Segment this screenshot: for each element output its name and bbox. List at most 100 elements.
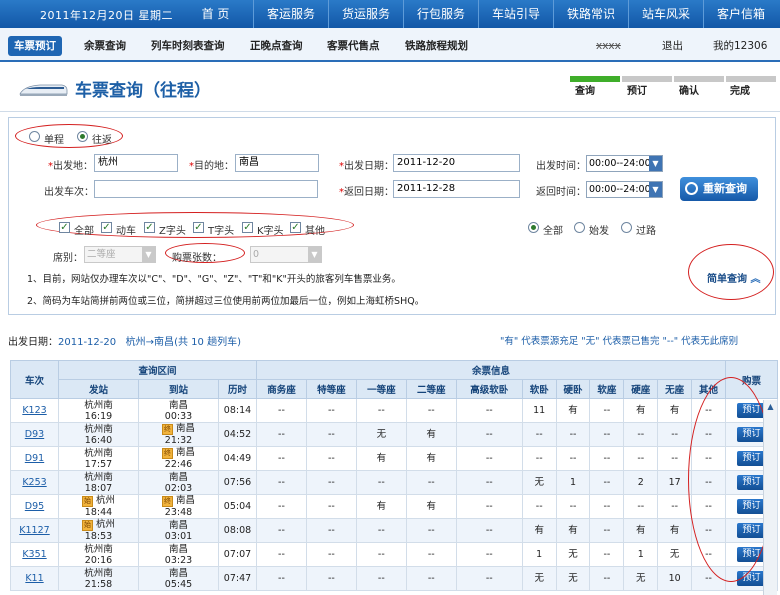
seat-availability-cell: 1 (623, 542, 659, 567)
nav-station-style[interactable]: 站车风采 (628, 0, 703, 28)
seat-availability-cell: -- (589, 446, 625, 471)
seat-availability-cell: -- (589, 566, 625, 591)
to-cell: 南昌 00:33 (138, 398, 219, 423)
seat-availability-cell: 无 (657, 542, 693, 567)
nav-passenger-service[interactable]: 客运服务 (253, 0, 328, 28)
train-number-link[interactable]: D91 (10, 446, 59, 471)
scroll-up-icon[interactable]: ▲ (764, 402, 777, 412)
col-duration: 历时 (218, 379, 257, 399)
train-number-link[interactable]: K123 (10, 398, 59, 423)
seat-availability-cell: 无 (555, 542, 591, 567)
seat-availability-cell: 有 (355, 494, 407, 519)
tab-journey-planning[interactable]: 铁路旅程规划 (405, 36, 468, 56)
seat-availability-cell: -- (555, 494, 591, 519)
type-all-checkbox[interactable]: ✓ (59, 222, 70, 233)
seat-availability-cell: 1 (521, 542, 557, 567)
type-d-checkbox[interactable]: ✓ (101, 222, 112, 233)
table-row: D91 杭州南 17:57 终 南昌 22:46 04:49 -- -- 有有 -- -- -- -- -… (10, 446, 778, 471)
seat-availability-cell: 有 (623, 398, 659, 423)
roundtrip-radio[interactable] (77, 131, 88, 142)
tab-timetable[interactable]: 列车时刻表查询 (151, 36, 225, 56)
seat-availability-cell: -- (455, 542, 523, 567)
results-table: 车次 查询区间 余票信息 购票 发站 到站 历时 商务座 特等座 一等座 二等座… (10, 360, 778, 591)
to-input[interactable]: 南昌 (235, 154, 319, 172)
station-origin-radio[interactable] (574, 222, 585, 233)
seat-availability-cell: -- (256, 422, 307, 447)
duration-cell: 04:52 (218, 422, 257, 447)
oneway-radio[interactable] (29, 131, 40, 142)
nav-home[interactable]: 首 页 (178, 0, 253, 28)
train-number-link[interactable]: K351 (10, 542, 59, 567)
simple-query-link[interactable]: 简单查询 ︽ (707, 270, 760, 285)
from-cell: 杭州南 18:07 (58, 470, 139, 495)
my-12306-link[interactable]: 我的12306 (713, 36, 767, 56)
chevron-down-icon: ▼ (649, 156, 662, 171)
seat-availability-cell: -- (623, 446, 659, 471)
return-date-input[interactable]: 2011-12-28 (393, 180, 520, 198)
seat-availability-cell: 无 (521, 566, 557, 591)
from-cell: 始 杭州 18:53 (58, 518, 139, 543)
seat-availability-cell: 无 (355, 422, 407, 447)
train-number-link[interactable]: D93 (10, 422, 59, 447)
from-cell: 杭州南 16:40 (58, 422, 139, 447)
nav-station-guide[interactable]: 车站引导 (478, 0, 553, 28)
from-label: *出发地： (48, 161, 93, 172)
depart-time-select[interactable]: 00:00--24:00 ▼ (586, 155, 663, 172)
col-seat: 二等座 (405, 379, 457, 399)
seat-class-select: 二等座 ▼ (84, 246, 156, 263)
tab-ticket-booking[interactable]: 车票预订 (8, 36, 62, 56)
depart-date-input[interactable]: 2011-12-20 (393, 154, 520, 172)
type-k-checkbox[interactable]: ✓ (242, 222, 253, 233)
tab-remaining-tickets[interactable]: 余票查询 (84, 36, 126, 56)
result-route: 杭州→南昌 (125, 337, 175, 348)
seat-availability-cell: -- (455, 446, 523, 471)
scrollbar[interactable]: ▲ (763, 400, 777, 595)
col-interval: 查询区间 (58, 360, 257, 380)
train-number-link[interactable]: K1127 (10, 518, 59, 543)
from-input[interactable]: 杭州 (94, 154, 178, 172)
duration-cell: 04:49 (218, 446, 257, 471)
type-other-checkbox[interactable]: ✓ (290, 222, 301, 233)
result-count: 10 (191, 337, 204, 348)
train-number-link[interactable]: K11 (10, 566, 59, 591)
tab-punctuality[interactable]: 正晚点查询 (250, 36, 303, 56)
station-passing-radio[interactable] (621, 222, 632, 233)
seat-availability-cell: -- (455, 566, 523, 591)
table-row: K1127 始 杭州 18:53 南昌 03:01 08:08 -- -- -- -- -- 有有 --… (10, 518, 778, 543)
seat-availability-cell: -- (555, 422, 591, 447)
train-no-input[interactable] (94, 180, 318, 198)
type-t-checkbox[interactable]: ✓ (193, 222, 204, 233)
seat-availability-cell: 有 (555, 398, 591, 423)
main-nav: 首 页 客运服务 货运服务 行包服务 车站引导 铁路常识 站车风采 客户信箱 (178, 0, 778, 28)
step-label-query: 查询 (575, 86, 595, 97)
train-no-label: 出发车次： (44, 187, 94, 198)
return-time-select[interactable]: 00:00--24:00 ▼ (586, 181, 663, 198)
col-seat: 软卧 (521, 379, 557, 399)
type-z-label: Z字头 (159, 226, 186, 237)
seat-availability-cell: 有 (555, 518, 591, 543)
seat-availability-cell: -- (455, 470, 523, 495)
to-cell: 南昌 03:23 (138, 542, 219, 567)
seat-availability-cell: -- (589, 422, 625, 447)
annotation-oval (688, 377, 774, 582)
nav-customer-mail[interactable]: 客户信箱 (703, 0, 778, 28)
col-seat: 硬座 (623, 379, 659, 399)
nav-railway-knowledge[interactable]: 铁路常识 (553, 0, 628, 28)
seat-availability-cell: -- (305, 398, 357, 423)
requery-button[interactable]: 重新查询 (680, 177, 758, 201)
type-all-label: 全部 (74, 226, 94, 237)
type-z-checkbox[interactable]: ✓ (144, 222, 155, 233)
tab-ticket-agents[interactable]: 客票代售点 (327, 36, 380, 56)
logout-link[interactable]: 退出 (662, 36, 683, 56)
train-number-link[interactable]: K253 (10, 470, 59, 495)
roundtrip-label: 往返 (92, 135, 112, 146)
station-all-radio[interactable] (528, 222, 539, 233)
return-time-label: 返回时间： (536, 187, 586, 198)
nav-freight-service[interactable]: 货运服务 (328, 0, 403, 28)
nav-baggage-service[interactable]: 行包服务 (403, 0, 478, 28)
result-date: 2011-12-20 (58, 337, 117, 348)
station-passing-label: 过路 (636, 226, 656, 237)
availability-legend: "有" 代表票源充足 "无" 代表票已售完 "--" 代表无此席别 (500, 336, 739, 347)
seat-availability-cell: 有 (405, 446, 457, 471)
train-number-link[interactable]: D95 (10, 494, 59, 519)
